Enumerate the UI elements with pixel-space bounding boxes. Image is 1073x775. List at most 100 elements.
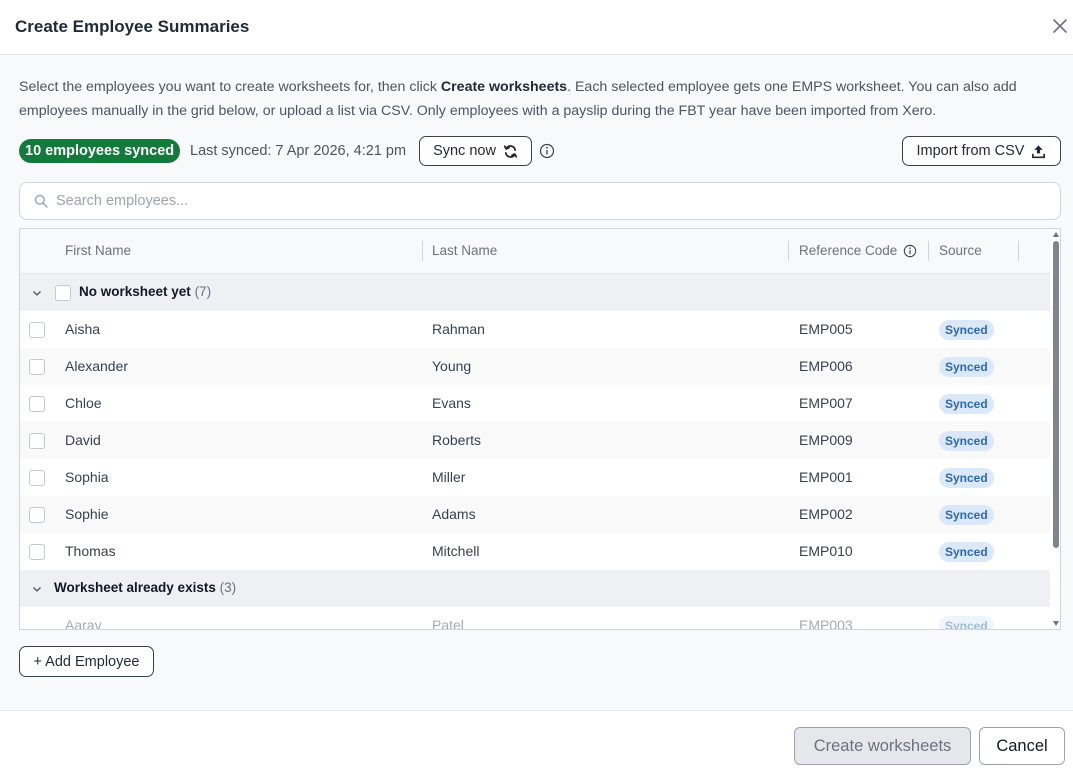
row-checkbox[interactable] [29,507,45,523]
create-worksheets-button[interactable]: Create worksheets [794,727,971,765]
table-row[interactable]: Thomas Mitchell EMP010 Synced [20,533,1050,570]
column-header-first-name[interactable]: First Name [65,243,131,258]
search-box[interactable] [19,182,1061,220]
last-synced-text: Last synced: 7 Apr 2026, 4:21 pm [190,143,407,159]
import-from-csv-button[interactable]: Import from CSV [902,136,1061,166]
table-row[interactable]: Sophia Miller EMP001 Synced [20,459,1050,496]
column-separator[interactable] [928,241,929,261]
dialog-title: Create Employee Summaries [15,17,250,36]
dialog-header: Create Employee Summaries [0,0,1073,55]
column-label: Source [939,243,982,258]
refresh-icon [503,144,518,158]
column-label: Reference Code [799,243,898,258]
group-row-worksheet-exists[interactable]: Worksheet already exists (3) [20,570,1050,607]
dialog-body: Select the employees you want to create … [0,55,1073,710]
last-name-cell: Roberts [432,432,482,448]
intro-text-part: Select the employees you want to create … [19,79,441,95]
column-header-source[interactable]: Source [939,243,982,258]
synced-count-badge: 10 employees synced [19,139,181,163]
group-row-no-worksheet[interactable]: No worksheet yet (7) [20,274,1050,311]
search-input[interactable] [56,183,1046,219]
last-name-cell: Rahman [432,321,485,337]
source-badge: Synced [939,394,994,414]
scroll-down-arrow-icon[interactable] [1053,621,1059,626]
row-checkbox[interactable] [29,322,45,338]
column-separator[interactable] [422,241,423,261]
reference-code-cell: EMP010 [799,543,853,559]
cancel-button[interactable]: Cancel [979,727,1065,765]
add-employee-button[interactable]: + Add Employee [19,646,154,677]
sync-now-button[interactable]: Sync now [419,136,532,166]
close-icon[interactable] [1050,16,1070,36]
dialog-footer: Create worksheets Cancel [0,710,1073,775]
intro-text-bold: Create worksheets [440,79,568,95]
reference-code-cell: EMP003 [799,617,853,630]
group-count: (3) [219,580,237,595]
row-checkbox[interactable] [29,433,45,449]
upload-icon [1032,144,1046,158]
table-row[interactable]: Aarav Patel EMP003 Synced [20,607,1050,630]
last-name-cell: Mitchell [432,543,480,559]
search-icon [34,194,48,208]
source-badge: Synced [939,542,994,562]
table-row[interactable]: Chloe Evans EMP007 Synced [20,385,1050,422]
info-icon[interactable] [539,143,555,159]
reference-code-cell: EMP005 [799,321,853,337]
grid-header: First Name Last Name Reference Code Sour… [20,229,1050,274]
source-badge: Synced [939,320,994,340]
table-row[interactable]: David Roberts EMP009 Synced [20,422,1050,459]
first-name-cell: Aarav [65,617,102,630]
first-name-cell: Thomas [65,543,116,559]
source-badge: Synced [939,431,994,451]
row-checkbox[interactable] [29,544,45,560]
chevron-down-icon[interactable] [31,287,43,299]
chevron-down-icon[interactable] [31,583,43,595]
first-name-cell: Aisha [65,321,101,337]
group-count: (7) [194,284,212,299]
group-select-checkbox[interactable] [55,285,71,301]
info-icon[interactable] [903,244,917,258]
first-name-cell: Alexander [65,358,129,374]
column-separator[interactable] [788,241,789,261]
first-name-cell: Sophia [65,469,109,485]
group-label: Worksheet already exists (3) [54,580,236,595]
first-name-cell: Sophie [65,506,109,522]
source-badge: Synced [939,616,994,629]
last-name-cell: Adams [432,506,476,522]
source-badge: Synced [939,505,994,525]
scrollbar-thumb[interactable] [1053,241,1059,548]
last-name-cell: Patel [432,617,464,630]
employee-grid: First Name Last Name Reference Code Sour… [19,228,1061,630]
column-header-last-name[interactable]: Last Name [432,243,497,258]
source-badge: Synced [939,357,994,377]
group-title: No worksheet yet [79,284,191,299]
column-header-reference-code[interactable]: Reference Code [799,243,917,258]
first-name-cell: David [65,432,101,448]
group-label: No worksheet yet (7) [79,284,211,299]
column-label: Last Name [432,243,498,258]
reference-code-cell: EMP001 [799,469,853,485]
last-name-cell: Evans [432,395,471,411]
table-row[interactable]: Sophie Adams EMP002 Synced [20,496,1050,533]
reference-code-cell: EMP009 [799,432,853,448]
column-separator[interactable] [1018,241,1019,261]
grid-scrollbar[interactable] [1050,229,1060,629]
intro-text: Select the employees you want to create … [19,75,1049,123]
import-csv-label: Import from CSV [916,143,1025,159]
row-checkbox[interactable] [29,359,45,375]
reference-code-cell: EMP006 [799,358,853,374]
column-label: First Name [65,243,132,258]
source-badge: Synced [939,468,994,488]
last-name-cell: Young [432,358,472,374]
group-title: Worksheet already exists [54,580,216,595]
reference-code-cell: EMP007 [799,395,853,411]
row-checkbox[interactable] [29,396,45,412]
sync-now-label: Sync now [433,143,496,159]
last-name-cell: Miller [432,469,466,485]
scroll-up-arrow-icon[interactable] [1053,232,1059,237]
first-name-cell: Chloe [65,395,102,411]
table-row[interactable]: Alexander Young EMP006 Synced [20,348,1050,385]
reference-code-cell: EMP002 [799,506,853,522]
row-checkbox[interactable] [29,470,45,486]
table-row[interactable]: Aisha Rahman EMP005 Synced [20,311,1050,348]
